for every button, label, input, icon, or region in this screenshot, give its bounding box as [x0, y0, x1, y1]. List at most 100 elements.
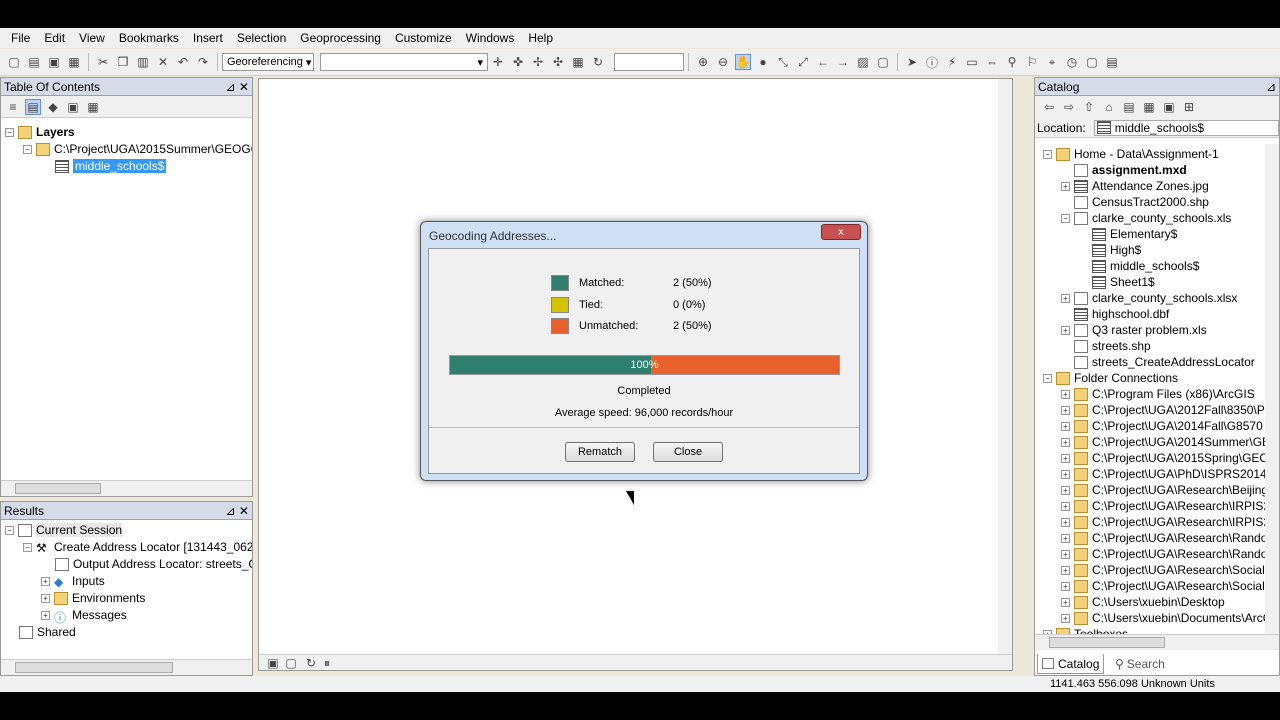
catalog-item[interactable]: + C:\Project\UGA\Research\IRPIS201	[1061, 514, 1267, 530]
measure-icon[interactable]: ⇔	[984, 54, 1000, 70]
collapse-icon[interactable]: −	[23, 542, 32, 552]
map-horizontal-scrollbar[interactable]: ▣ ▢ ↻ ⏸	[259, 654, 1012, 670]
scroll-thumb[interactable]	[15, 662, 173, 673]
expand-icon[interactable]: +	[1061, 325, 1070, 335]
expand-icon[interactable]: +	[1061, 613, 1070, 623]
catalog-item[interactable]: + C:\Project\UGA\PhD\ISPRS2014	[1061, 466, 1267, 482]
catalog-item[interactable]: assignment.mxd	[1061, 162, 1187, 178]
forward-extent-icon[interactable]: →	[835, 54, 851, 70]
menu-file[interactable]: File	[4, 31, 37, 45]
catalog-item[interactable]: High$	[1079, 242, 1141, 258]
collapse-icon[interactable]: −	[23, 144, 32, 154]
catalog-item[interactable]: − Home - Data\Assignment-1	[1043, 146, 1219, 162]
catalog-horizontal-scrollbar[interactable]	[1035, 634, 1279, 650]
catalog-item[interactable]: Elementary$	[1079, 226, 1177, 242]
georef-tool-icon[interactable]: ✣	[550, 54, 566, 70]
go-to-xy-icon[interactable]: ⌖	[1044, 54, 1060, 70]
toc-path-row[interactable]: − C:\Project\UGA\2015Summer\GEOG63	[23, 141, 252, 157]
catalog-item[interactable]: middle_schools$	[1079, 258, 1199, 274]
catalog-item[interactable]: + C:\Project\UGA\2014Fall\G8570	[1061, 418, 1263, 434]
catalog-item[interactable]: − clarke_county_schools.xls	[1061, 210, 1231, 226]
expand-icon[interactable]: +	[1061, 549, 1070, 559]
environments-row[interactable]: + Environments	[41, 590, 145, 606]
toc-horizontal-scrollbar[interactable]	[1, 480, 252, 496]
expand-icon[interactable]: +	[1061, 181, 1070, 191]
html-popup-icon[interactable]: ▭	[964, 54, 980, 70]
toc-selected-table[interactable]: middle_schools$	[73, 159, 167, 173]
tab-search[interactable]: ⚲ Search	[1111, 654, 1169, 674]
expand-icon[interactable]: +	[1061, 565, 1070, 575]
expand-icon[interactable]: +	[41, 610, 50, 620]
expand-icon[interactable]: +	[1061, 405, 1070, 415]
pause-drawing-icon[interactable]: ⏸	[319, 655, 335, 671]
list-by-drawing-order-icon[interactable]: ≡	[5, 99, 21, 115]
toc-options-icon[interactable]: ▦	[85, 99, 101, 115]
paste-icon[interactable]: ▥	[135, 54, 151, 70]
toc-layers-row[interactable]: − Layers	[5, 124, 75, 140]
catalog-item[interactable]: + C:\Project\UGA\2015Spring\GEOG4	[1061, 450, 1267, 466]
redo-icon[interactable]: ↷	[195, 54, 211, 70]
catalog-item[interactable]: + C:\Project\UGA\Research\SocialNe	[1061, 578, 1267, 594]
catalog-item[interactable]: + C:\Project\UGA\Research\Random	[1061, 546, 1267, 562]
catalog-item[interactable]: + C:\Project\UGA\Research\Beijing P	[1061, 482, 1267, 498]
catalog-item[interactable]: + C:\Project\UGA\2012Fall\8350\Proj	[1061, 402, 1267, 418]
catalog-vertical-scrollbar[interactable]	[1265, 144, 1279, 634]
menu-view[interactable]: View	[72, 31, 112, 45]
expand-icon[interactable]: +	[1061, 389, 1070, 399]
zoom-in-icon[interactable]: ⊕	[695, 54, 711, 70]
close-button[interactable]: Close	[653, 442, 723, 462]
catalog-item[interactable]: streets.shp	[1061, 338, 1151, 354]
menu-edit[interactable]: Edit	[37, 31, 72, 45]
catalog-item[interactable]: + C:\Project\UGA\Research\Random	[1061, 530, 1267, 546]
data-view-icon[interactable]: ▢	[283, 655, 299, 671]
select-element-icon[interactable]: ➤	[904, 54, 920, 70]
save-icon[interactable]: ▣	[46, 54, 62, 70]
georef-tool-icon[interactable]: ✢	[530, 54, 546, 70]
menu-selection[interactable]: Selection	[230, 31, 293, 45]
clear-selection-icon[interactable]: ▢	[875, 54, 891, 70]
open-folder-icon[interactable]: ▤	[26, 54, 42, 70]
catalog-pin[interactable]: ⊿	[1266, 80, 1276, 94]
back-icon[interactable]: ⇦	[1041, 99, 1057, 115]
shared-row[interactable]: Shared	[19, 624, 76, 640]
map-vertical-scrollbar[interactable]	[998, 79, 1012, 654]
catalog-item[interactable]: + C:\Project\UGA\2014Summer\GEO	[1061, 434, 1267, 450]
toc-table-row[interactable]: middle_schools$	[55, 158, 167, 174]
expand-icon[interactable]: +	[1061, 597, 1070, 607]
inputs-row[interactable]: + ◆ Inputs	[41, 573, 105, 589]
views-icon[interactable]: ▦	[1141, 99, 1157, 115]
new-document-icon[interactable]: ▢	[6, 54, 22, 70]
new-folder-icon[interactable]: ▣	[1161, 99, 1177, 115]
catalog-item[interactable]: streets_CreateAddressLocator	[1061, 354, 1255, 370]
find-route-icon[interactable]: ⚐	[1024, 54, 1040, 70]
catalog-item[interactable]: Sheet1$	[1079, 274, 1155, 290]
scale-input[interactable]	[614, 53, 684, 71]
fixed-zoom-in-icon[interactable]: ⤡	[775, 54, 791, 70]
time-slider-icon[interactable]: ◷	[1064, 54, 1080, 70]
control-points-icon[interactable]: ✛	[490, 54, 506, 70]
expand-icon[interactable]: +	[41, 576, 50, 586]
expand-icon[interactable]: +	[1061, 437, 1070, 447]
scroll-thumb[interactable]	[1049, 637, 1165, 648]
expand-icon[interactable]: +	[1061, 293, 1070, 303]
layer-dropdown[interactable]: ▾	[320, 53, 488, 71]
copy-icon[interactable]: ❐	[115, 54, 131, 70]
expand-icon[interactable]: +	[1061, 533, 1070, 543]
collapse-icon[interactable]: −	[5, 525, 14, 535]
catalog-item[interactable]: + Q3 raster problem.xls	[1061, 322, 1207, 338]
undo-icon[interactable]: ↶	[175, 54, 191, 70]
collapse-icon[interactable]: −	[5, 127, 14, 137]
collapse-icon[interactable]: −	[1043, 373, 1052, 383]
full-extent-icon[interactable]: ●	[755, 54, 771, 70]
list-by-source-icon[interactable]: ▤	[25, 98, 41, 115]
list-by-visibility-icon[interactable]: ◆	[45, 99, 61, 115]
catalog-item[interactable]: highschool.dbf	[1061, 306, 1169, 322]
back-extent-icon[interactable]: ←	[815, 54, 831, 70]
expand-icon[interactable]: +	[1061, 485, 1070, 495]
link-table-icon[interactable]: ▦	[570, 54, 586, 70]
list-by-selection-icon[interactable]: ▣	[65, 99, 81, 115]
menu-windows[interactable]: Windows	[459, 31, 522, 45]
layout-view-icon[interactable]: ▣	[265, 655, 281, 671]
fixed-zoom-out-icon[interactable]: ⤢	[795, 54, 811, 70]
expand-icon[interactable]: +	[1061, 581, 1070, 591]
